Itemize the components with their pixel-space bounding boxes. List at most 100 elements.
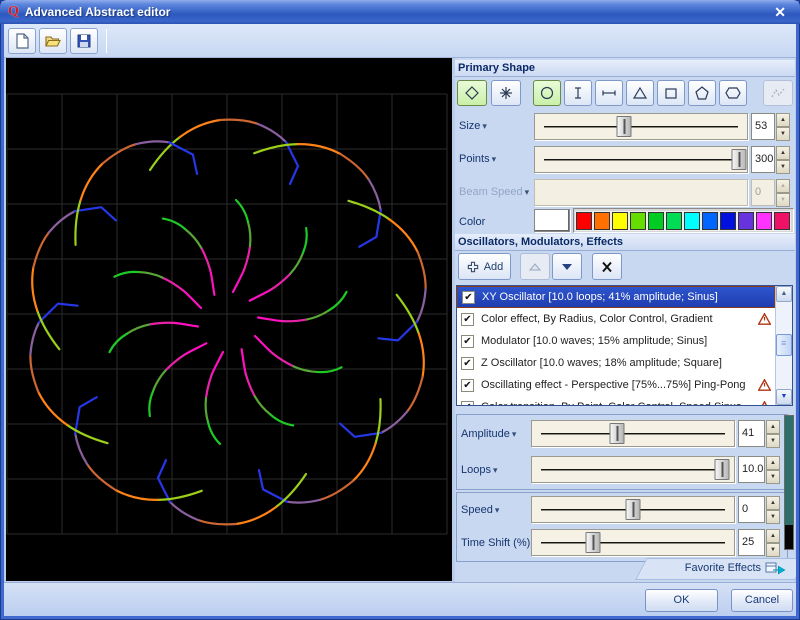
close-icon[interactable]: ✕ bbox=[768, 4, 792, 21]
color-swatch[interactable] bbox=[630, 212, 646, 230]
effect-item[interactable]: ✔Modulator [10.0 waves; 15% amplitude; S… bbox=[457, 330, 775, 352]
points-label[interactable]: Points▾ bbox=[459, 153, 496, 165]
points-spinner[interactable]: ▲▼ bbox=[776, 146, 790, 173]
delete-effect-button[interactable] bbox=[592, 253, 622, 280]
spinner-down-icon[interactable]: ▼ bbox=[776, 127, 790, 141]
spinner-up-icon[interactable]: ▲ bbox=[766, 496, 780, 510]
effect-item[interactable]: ✔Color transition, By Point, Color Contr… bbox=[457, 396, 775, 406]
loops-slider[interactable] bbox=[531, 456, 735, 483]
white-color-swatch[interactable] bbox=[534, 209, 570, 232]
shape-triangle-button[interactable] bbox=[626, 80, 654, 106]
effect-checkbox[interactable]: ✔ bbox=[461, 357, 474, 370]
slider-thumb[interactable] bbox=[617, 116, 632, 137]
color-swatch[interactable] bbox=[720, 212, 736, 230]
horizontal-line-icon bbox=[600, 85, 618, 101]
add-effect-button[interactable]: Add bbox=[458, 253, 511, 280]
effect-label: Oscillating effect - Perspective [75%...… bbox=[481, 379, 758, 391]
spinner-up-icon[interactable]: ▲ bbox=[776, 146, 790, 160]
shape-mode-outline-button[interactable] bbox=[457, 80, 487, 106]
spinner-up-icon[interactable]: ▲ bbox=[766, 456, 780, 470]
spinner-down-icon[interactable]: ▼ bbox=[766, 470, 780, 484]
favorite-effects-label[interactable]: Favorite Effects bbox=[685, 562, 761, 574]
spinner-down-icon[interactable]: ▼ bbox=[766, 543, 780, 557]
shape-freeform-button[interactable] bbox=[763, 80, 793, 106]
slider-thumb[interactable] bbox=[731, 149, 746, 170]
slider-thumb[interactable] bbox=[585, 532, 600, 553]
effect-checkbox[interactable]: ✔ bbox=[461, 379, 474, 392]
color-swatch[interactable] bbox=[576, 212, 592, 230]
shape-horizontal-line-button[interactable] bbox=[595, 80, 623, 106]
color-swatch[interactable] bbox=[684, 212, 700, 230]
favorite-effects-icon[interactable] bbox=[765, 560, 787, 576]
slider-thumb[interactable] bbox=[714, 459, 729, 480]
effect-item[interactable]: ✔ Oscillating effect - Perspective [75%..… bbox=[457, 374, 775, 396]
shape-vertical-line-button[interactable] bbox=[564, 80, 592, 106]
effect-item[interactable]: ✔Color effect, By Radius, Color Control,… bbox=[457, 308, 775, 330]
preview-canvas[interactable] bbox=[6, 58, 452, 581]
effects-scrollbar[interactable]: ▲ ▼ bbox=[775, 286, 792, 405]
spinner-up-icon[interactable]: ▲ bbox=[776, 113, 790, 127]
spinner-up-icon: ▲ bbox=[776, 179, 790, 193]
effect-item[interactable]: ✔XY Oscillator [10.0 loops; 41% amplitud… bbox=[457, 286, 775, 308]
beam-speed-label: Beam Speed▾ bbox=[459, 186, 529, 198]
size-label[interactable]: Size▾ bbox=[459, 120, 487, 132]
shape-mode-star-button[interactable] bbox=[491, 80, 521, 106]
color-swatch[interactable] bbox=[738, 212, 754, 230]
favorite-effects-bar[interactable]: Favorite Effects bbox=[455, 558, 795, 580]
color-label: Color bbox=[459, 216, 485, 228]
shape-hexagon-button[interactable] bbox=[719, 80, 747, 106]
color-swatch[interactable] bbox=[612, 212, 628, 230]
speed-label[interactable]: Speed▾ bbox=[461, 504, 499, 516]
effect-checkbox[interactable]: ✔ bbox=[462, 291, 475, 304]
move-up-button[interactable] bbox=[520, 253, 550, 280]
new-button[interactable] bbox=[8, 28, 36, 54]
scroll-down-icon[interactable]: ▼ bbox=[776, 389, 792, 405]
speed-slider[interactable] bbox=[531, 496, 735, 523]
save-button[interactable] bbox=[70, 28, 98, 54]
cancel-button[interactable]: Cancel bbox=[731, 589, 793, 612]
color-swatch[interactable] bbox=[702, 212, 718, 230]
save-floppy-icon bbox=[75, 32, 93, 50]
ok-button[interactable]: OK bbox=[645, 589, 718, 612]
spinner-down-icon[interactable]: ▼ bbox=[766, 510, 780, 524]
spinner-down-icon[interactable]: ▼ bbox=[766, 434, 780, 448]
color-swatch[interactable] bbox=[756, 212, 772, 230]
shape-pentagon-button[interactable] bbox=[688, 80, 716, 106]
spinner-up-icon[interactable]: ▲ bbox=[766, 420, 780, 434]
add-label: Add bbox=[484, 261, 504, 273]
laser-warning-icon bbox=[758, 379, 771, 391]
color-swatch[interactable] bbox=[594, 212, 610, 230]
color-swatch[interactable] bbox=[774, 212, 790, 230]
dropdown-arrow-icon: ▾ bbox=[495, 505, 500, 515]
move-down-button[interactable] bbox=[552, 253, 582, 280]
titlebar[interactable]: Q Advanced Abstract editor ✕ bbox=[0, 0, 800, 24]
color-swatch[interactable] bbox=[648, 212, 664, 230]
effect-item[interactable]: ✔Z Oscillator [10.0 waves; 18% amplitude… bbox=[457, 352, 775, 374]
size-slider[interactable] bbox=[534, 113, 748, 140]
shape-square-button[interactable] bbox=[657, 80, 685, 106]
open-button[interactable] bbox=[39, 28, 67, 54]
slider-thumb[interactable] bbox=[609, 423, 624, 444]
effect-checkbox[interactable]: ✔ bbox=[461, 401, 474, 407]
size-spinner[interactable]: ▲▼ bbox=[776, 113, 790, 140]
points-slider[interactable] bbox=[534, 146, 748, 173]
slider-thumb[interactable] bbox=[626, 499, 641, 520]
loops-label[interactable]: Loops▾ bbox=[461, 464, 498, 476]
time-shift-label[interactable]: Time Shift (%)▾ bbox=[461, 537, 537, 549]
amplitude-label[interactable]: Amplitude▾ bbox=[461, 428, 516, 440]
loops-spinner[interactable]: ▲▼ bbox=[766, 456, 780, 483]
effect-checkbox[interactable]: ✔ bbox=[461, 313, 474, 326]
color-swatch[interactable] bbox=[666, 212, 682, 230]
amplitude-spinner[interactable]: ▲▼ bbox=[766, 420, 780, 447]
shape-circle-button[interactable] bbox=[533, 80, 561, 106]
scroll-thumb[interactable] bbox=[776, 334, 792, 356]
time-shift-spinner[interactable]: ▲▼ bbox=[766, 529, 780, 556]
new-file-icon bbox=[13, 32, 31, 50]
scroll-up-icon[interactable]: ▲ bbox=[776, 286, 792, 302]
spinner-up-icon[interactable]: ▲ bbox=[766, 529, 780, 543]
amplitude-slider[interactable] bbox=[531, 420, 735, 447]
effect-checkbox[interactable]: ✔ bbox=[461, 335, 474, 348]
time-shift-slider[interactable] bbox=[531, 529, 735, 556]
spinner-down-icon[interactable]: ▼ bbox=[776, 160, 790, 174]
speed-spinner[interactable]: ▲▼ bbox=[766, 496, 780, 523]
